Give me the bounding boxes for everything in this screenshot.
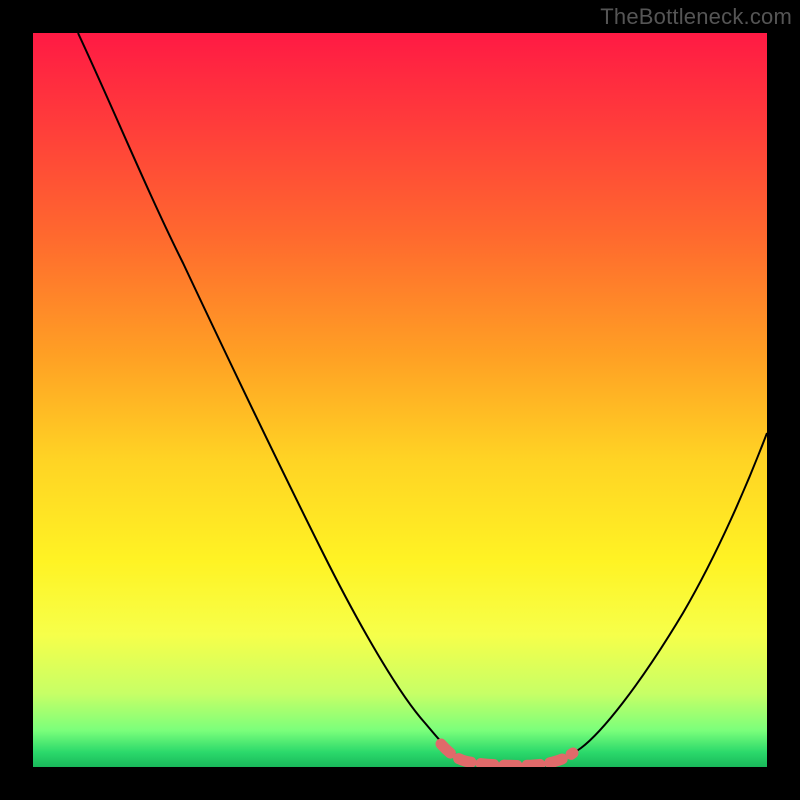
watermark-text: TheBottleneck.com	[600, 4, 792, 30]
highlight-segment	[441, 744, 573, 765]
plot-area	[33, 33, 767, 767]
curve-layer	[33, 33, 767, 767]
chart-stage: TheBottleneck.com	[0, 0, 800, 800]
v-curve	[78, 33, 767, 765]
